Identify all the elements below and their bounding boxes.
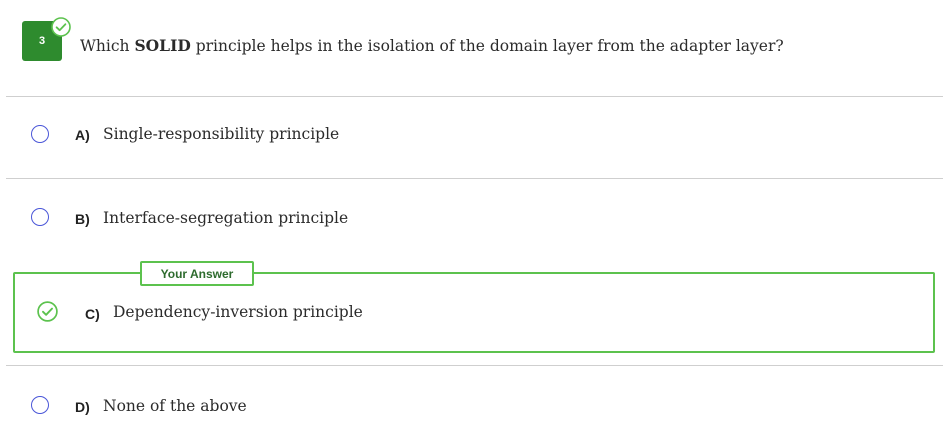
option-letter-b: B) — [75, 211, 90, 227]
option-d[interactable]: D) None of the above — [6, 366, 943, 444]
option-text-a: Single-responsibility principle — [103, 125, 340, 143]
option-text-d: None of the above — [103, 397, 247, 415]
question-text-bold: SOLID — [134, 36, 191, 55]
radio-button-d[interactable] — [31, 396, 49, 414]
question-header: 3 Which SOLID principle helps in the iso… — [0, 0, 948, 96]
option-a[interactable]: A) Single-responsibility principle — [6, 96, 943, 178]
option-text-b: Interface-segregation principle — [103, 209, 349, 227]
your-answer-badge: Your Answer — [140, 261, 254, 286]
radio-button-a[interactable] — [31, 125, 49, 143]
option-text-c: Dependency-inversion principle — [113, 303, 363, 321]
radio-button-b[interactable] — [31, 208, 49, 226]
correct-check-icon — [37, 301, 58, 322]
option-b[interactable]: B) Interface-segregation principle — [6, 179, 943, 261]
option-letter-c: C) — [85, 306, 100, 322]
option-letter-d: D) — [75, 399, 90, 415]
check-circle-icon — [51, 17, 71, 37]
question-text: Which SOLID principle helps in the isola… — [80, 36, 784, 55]
option-letter-a: A) — [75, 127, 90, 143]
